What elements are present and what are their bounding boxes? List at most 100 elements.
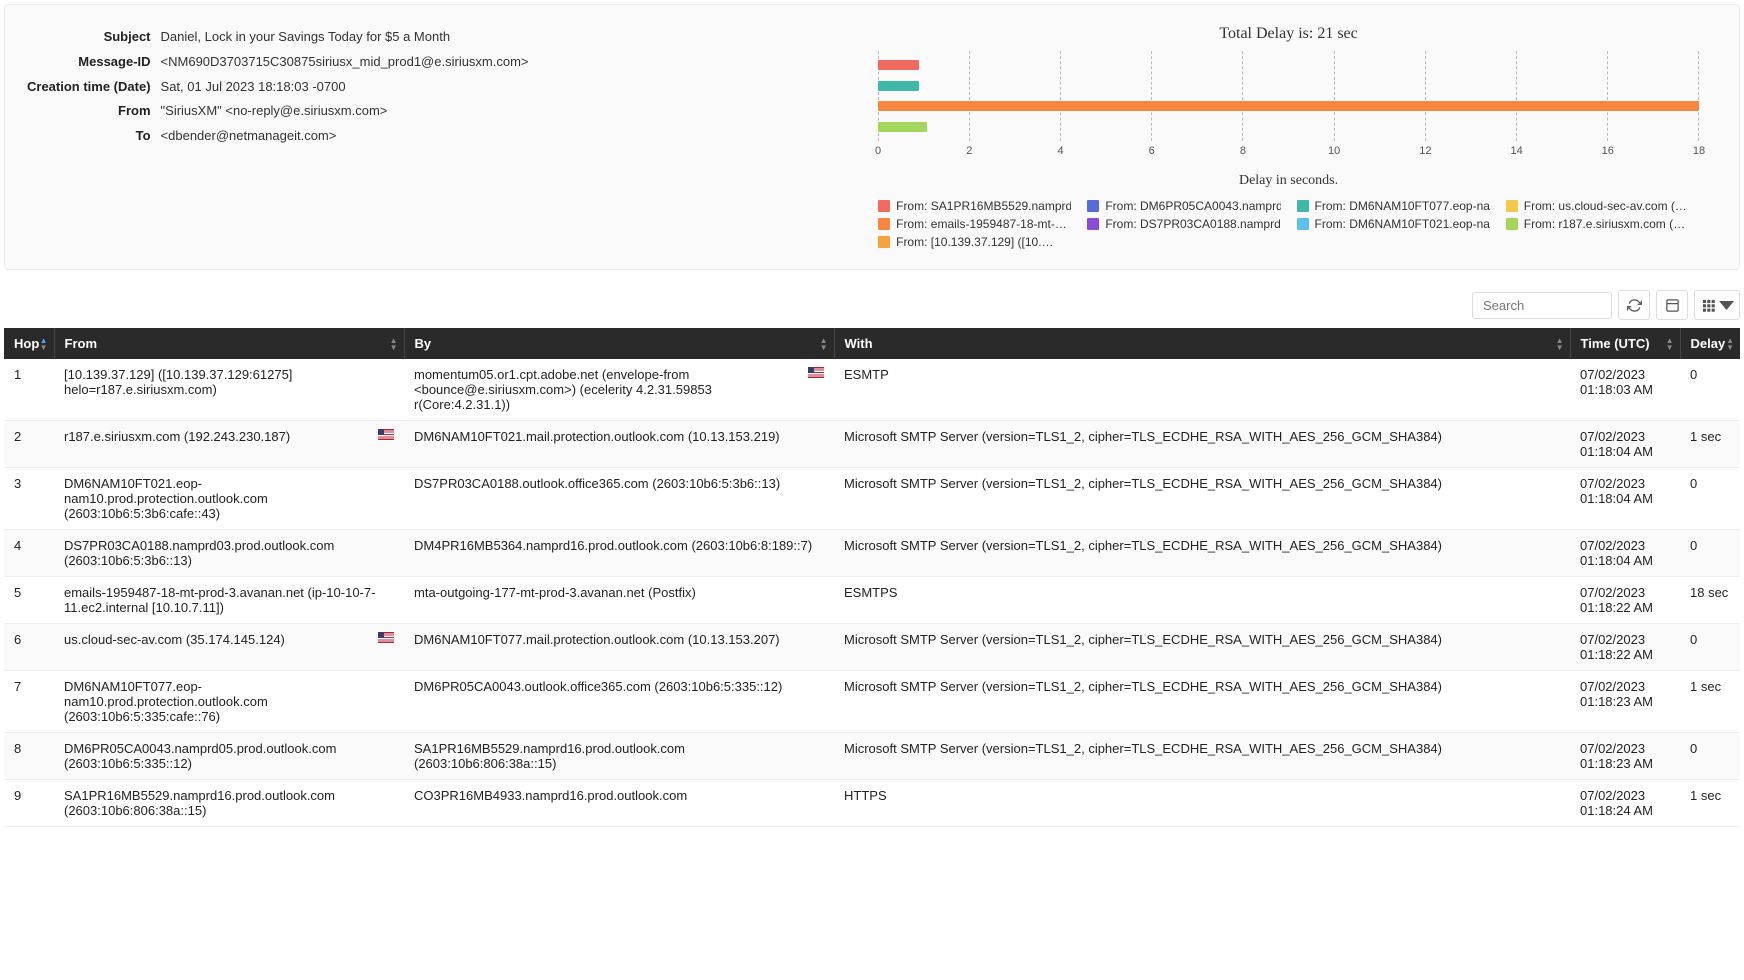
cell-delay: 0	[1680, 530, 1740, 577]
cell-time: 07/02/2023 01:18:23 AM	[1570, 733, 1680, 780]
value-from: "SiriusXM" <no-reply@e.siriusxm.com>	[161, 101, 537, 124]
cell-from: [10.139.37.129] ([10.139.37.129:61275] h…	[54, 359, 404, 421]
label-message-id: Message-ID	[27, 52, 159, 75]
table-row: 8DM6PR05CA0043.namprd05.prod.outlook.com…	[4, 733, 1740, 780]
cell-from: DM6NAM10FT077.eop-nam10.prod.protection.…	[54, 671, 404, 733]
cell-from: us.cloud-sec-av.com (35.174.145.124)	[54, 624, 404, 671]
cell-hop: 1	[4, 359, 54, 421]
legend-item[interactable]: From: emails-1959487-18-mt-…	[878, 217, 1071, 231]
legend-swatch	[1297, 218, 1309, 230]
table-row: 1[10.139.37.129] ([10.139.37.129:61275] …	[4, 359, 1740, 421]
cell-hop: 6	[4, 624, 54, 671]
toggle-view-button[interactable]	[1656, 290, 1688, 320]
cell-time: 07/02/2023 01:18:04 AM	[1570, 530, 1680, 577]
legend-item[interactable]: From: us.cloud-sec-av.com (…	[1506, 199, 1699, 213]
cell-with: Microsoft SMTP Server (version=TLS1_2, c…	[834, 624, 1570, 671]
table-row: 4DS7PR03CA0188.namprd03.prod.outlook.com…	[4, 530, 1740, 577]
legend-item[interactable]: From: DM6PR05CA0043.namprd0…	[1087, 199, 1280, 213]
legend-item[interactable]: From: r187.e.siriusxm.com (…	[1506, 217, 1699, 231]
refresh-button[interactable]	[1618, 290, 1650, 320]
chart-caption: Delay in seconds.	[858, 173, 1719, 189]
table-row: 2r187.e.siriusxm.com (192.243.230.187)DM…	[4, 421, 1740, 468]
hops-table: Hop▲▼ From▲▼ By▲▼ With▲▼ Time (UTC)▲▼ De…	[4, 328, 1740, 827]
chart-bar	[878, 81, 919, 91]
col-header-delay[interactable]: Delay▲▼	[1680, 328, 1740, 359]
cell-from: emails-1959487-18-mt-prod-3.avanan.net (…	[54, 577, 404, 624]
cell-with: Microsoft SMTP Server (version=TLS1_2, c…	[834, 530, 1570, 577]
cell-by: DM6PR05CA0043.outlook.office365.com (260…	[404, 671, 834, 733]
legend-label: From: r187.e.siriusxm.com (…	[1524, 217, 1685, 231]
label-creation-time: Creation time (Date)	[27, 77, 159, 100]
legend-swatch	[1297, 200, 1309, 212]
col-header-time[interactable]: Time (UTC)▲▼	[1570, 328, 1680, 359]
x-tick: 12	[1419, 145, 1431, 157]
cell-time: 07/02/2023 01:18:22 AM	[1570, 577, 1680, 624]
legend-label: From: [10.139.37.129] ([10.…	[896, 235, 1053, 249]
legend-label: From: DS7PR03CA0188.namprd0…	[1105, 217, 1280, 231]
table-row: 3DM6NAM10FT021.eop-nam10.prod.protection…	[4, 468, 1740, 530]
cell-hop: 9	[4, 780, 54, 827]
chart-title: Total Delay is: 21 sec	[858, 25, 1719, 43]
cell-time: 07/02/2023 01:18:22 AM	[1570, 624, 1680, 671]
chart-bar	[878, 122, 927, 132]
col-header-by[interactable]: By▲▼	[404, 328, 834, 359]
cell-from: DM6NAM10FT021.eop-nam10.prod.protection.…	[54, 468, 404, 530]
table-toolbar	[4, 290, 1740, 320]
cell-hop: 4	[4, 530, 54, 577]
delay-chart: Total Delay is: 21 sec 024681012141618 D…	[858, 25, 1719, 249]
x-tick: 8	[1240, 145, 1246, 157]
x-tick: 0	[875, 145, 881, 157]
cell-delay: 0	[1680, 359, 1740, 421]
cell-delay: 0	[1680, 624, 1740, 671]
cell-delay: 1 sec	[1680, 671, 1740, 733]
col-header-from[interactable]: From▲▼	[54, 328, 404, 359]
cell-by: momentum05.or1.cpt.adobe.net (envelope-f…	[404, 359, 834, 421]
label-from: From	[27, 101, 159, 124]
cell-hop: 5	[4, 577, 54, 624]
x-tick: 10	[1328, 145, 1340, 157]
cell-by: DM4PR16MB5364.namprd16.prod.outlook.com …	[404, 530, 834, 577]
cell-time: 07/02/2023 01:18:04 AM	[1570, 468, 1680, 530]
legend-item[interactable]: From: DM6NAM10FT077.eop-nam…	[1297, 199, 1490, 213]
cell-delay: 18 sec	[1680, 577, 1740, 624]
x-tick: 16	[1602, 145, 1614, 157]
flag-us-icon	[378, 632, 394, 643]
legend-swatch	[878, 200, 890, 212]
legend-item[interactable]: From: DS7PR03CA0188.namprd0…	[1087, 217, 1280, 231]
header-panel: SubjectDaniel, Lock in your Savings Toda…	[4, 4, 1740, 270]
cell-delay: 0	[1680, 468, 1740, 530]
x-tick: 18	[1693, 145, 1705, 157]
col-header-hop[interactable]: Hop▲▼	[4, 328, 54, 359]
cell-by: DM6NAM10FT077.mail.protection.outlook.co…	[404, 624, 834, 671]
search-input[interactable]	[1472, 292, 1612, 319]
cell-time: 07/02/2023 01:18:03 AM	[1570, 359, 1680, 421]
cell-by: DM6NAM10FT021.mail.protection.outlook.co…	[404, 421, 834, 468]
legend-item[interactable]: From: DM6NAM10FT021.eop-nam…	[1297, 217, 1490, 231]
cell-from: DS7PR03CA0188.namprd03.prod.outlook.com …	[54, 530, 404, 577]
legend-swatch	[1506, 200, 1518, 212]
legend-swatch	[878, 218, 890, 230]
legend-label: From: us.cloud-sec-av.com (…	[1524, 199, 1687, 213]
value-message-id: <NM690D3703715C30875siriusx_mid_prod1@e.…	[161, 52, 537, 75]
x-tick: 14	[1510, 145, 1522, 157]
value-to: <dbender@netmanageit.com>	[161, 126, 537, 149]
cell-with: Microsoft SMTP Server (version=TLS1_2, c…	[834, 468, 1570, 530]
cell-with: ESMTPS	[834, 577, 1570, 624]
cell-from: DM6PR05CA0043.namprd05.prod.outlook.com …	[54, 733, 404, 780]
chart-bar	[878, 60, 919, 70]
cell-delay: 0	[1680, 733, 1740, 780]
value-subject: Daniel, Lock in your Savings Today for $…	[161, 27, 537, 50]
cell-by: SA1PR16MB5529.namprd16.prod.outlook.com …	[404, 733, 834, 780]
legend-item[interactable]: From: [10.139.37.129] ([10.…	[878, 235, 1071, 249]
cell-delay: 1 sec	[1680, 780, 1740, 827]
columns-button[interactable]	[1694, 290, 1740, 320]
legend-item[interactable]: From: SA1PR16MB5529.namprd1…	[878, 199, 1071, 213]
col-header-with[interactable]: With▲▼	[834, 328, 1570, 359]
cell-hop: 3	[4, 468, 54, 530]
cell-hop: 7	[4, 671, 54, 733]
cell-time: 07/02/2023 01:18:04 AM	[1570, 421, 1680, 468]
email-metadata: SubjectDaniel, Lock in your Savings Toda…	[25, 25, 838, 249]
table-row: 6us.cloud-sec-av.com (35.174.145.124)DM6…	[4, 624, 1740, 671]
cell-with: Microsoft SMTP Server (version=TLS1_2, c…	[834, 671, 1570, 733]
cell-with: ESMTP	[834, 359, 1570, 421]
